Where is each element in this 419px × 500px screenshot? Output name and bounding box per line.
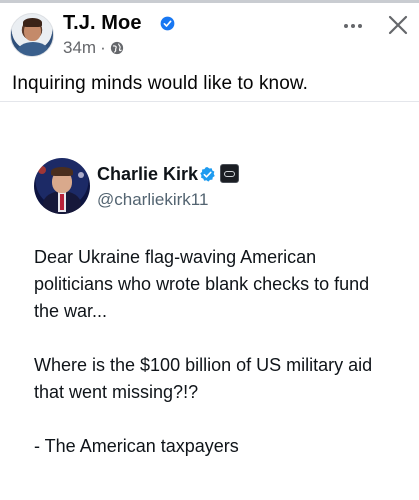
embedded-tweet[interactable]: Charlie Kirk @charliekirk11 Dear Ukraine… <box>6 118 413 498</box>
close-x-icon[interactable] <box>385 12 411 38</box>
tweet-paragraph: Where is the $100 billion of US military… <box>34 355 373 402</box>
verified-badge-icon <box>200 167 215 182</box>
embedded-author-handle[interactable]: @charliekirk11 <box>97 190 208 210</box>
more-options-button[interactable] <box>340 16 366 36</box>
post-divider <box>0 101 419 102</box>
ellipsis-icon <box>344 24 348 28</box>
top-border <box>0 0 419 3</box>
embedded-author-name[interactable]: Charlie Kirk <box>97 164 198 185</box>
author-avatar[interactable] <box>10 13 54 57</box>
tweet-paragraph: - The American taxpayers <box>34 436 239 456</box>
globe-icon <box>110 41 123 55</box>
embedded-tweet-text: Dear Ukraine flag-waving American politi… <box>34 244 399 460</box>
post-meta: 34m · <box>63 38 124 58</box>
meta-separator: · <box>100 38 106 57</box>
embedded-author-avatar[interactable] <box>34 158 90 214</box>
affiliation-badge-icon[interactable] <box>220 164 239 183</box>
post-time[interactable]: 34m <box>63 38 96 58</box>
verified-badge-icon <box>160 16 175 31</box>
author-name[interactable]: T.J. Moe <box>63 12 142 35</box>
post-header: T.J. Moe 34m · <box>10 10 409 62</box>
post-text: Inquiring minds would like to know. <box>12 73 309 94</box>
tweet-paragraph: Dear Ukraine flag-waving American politi… <box>34 247 370 321</box>
